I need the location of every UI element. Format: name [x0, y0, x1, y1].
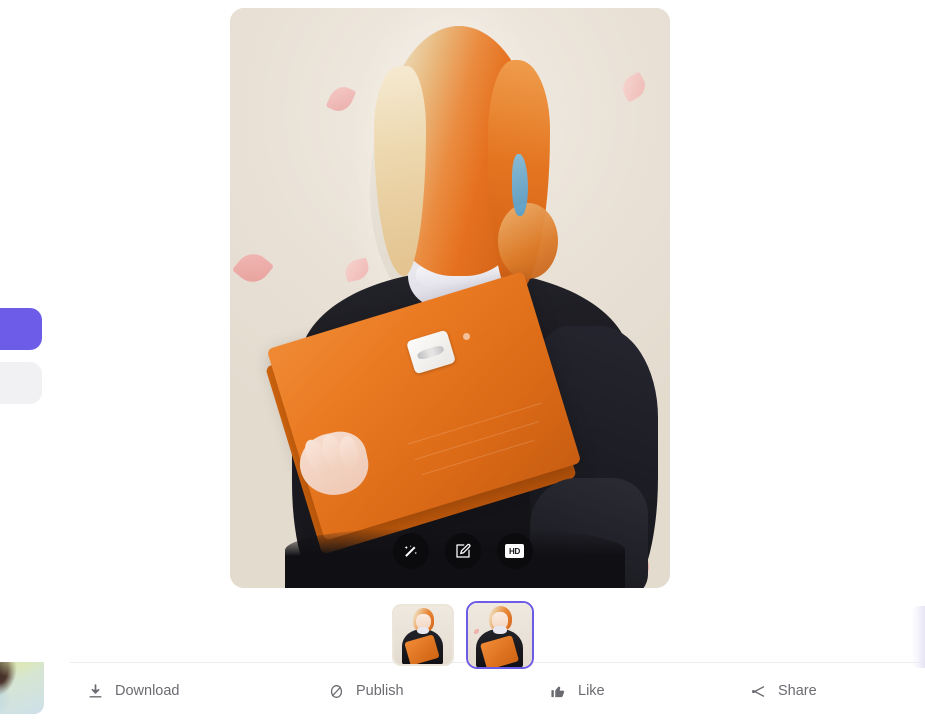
thumbnail-variation-1[interactable] — [391, 604, 454, 666]
publish-circle-slash-icon — [328, 683, 345, 700]
thumbnail-image — [467, 603, 532, 667]
download-icon — [87, 683, 104, 700]
share-label: Share — [778, 683, 817, 700]
like-button[interactable]: Like — [550, 683, 605, 700]
publish-button[interactable]: Publish — [328, 683, 404, 700]
thumbs-up-icon — [550, 683, 567, 700]
edit-pencil-icon — [454, 542, 472, 560]
hd-icon: HD — [505, 544, 524, 558]
like-label: Like — [578, 683, 605, 700]
download-label: Download — [115, 683, 180, 700]
generated-image — [230, 8, 670, 588]
download-button[interactable]: Download — [87, 683, 180, 700]
share-icon — [750, 683, 767, 700]
generated-image-preview[interactable] — [230, 8, 670, 588]
magic-wand-icon — [402, 543, 419, 560]
primary-action-button[interactable] — [0, 308, 42, 350]
preview-stage: HD — [0, 0, 925, 669]
secondary-action-button[interactable] — [0, 362, 42, 404]
thumbnail-image — [393, 606, 452, 664]
edit-button[interactable] — [444, 533, 481, 569]
publish-label: Publish — [356, 683, 404, 700]
hd-upscale-button[interactable]: HD — [496, 533, 533, 569]
bottom-action-bar: Download Publish Like Share — [70, 662, 925, 720]
image-action-toolbar: HD — [0, 533, 925, 569]
thumbnail-variation-2[interactable] — [465, 601, 534, 669]
share-button[interactable]: Share — [750, 683, 817, 700]
variation-thumbnail-strip — [0, 601, 925, 669]
folder-stud — [463, 333, 470, 340]
hair-bun — [498, 203, 558, 279]
magic-wand-button[interactable] — [392, 533, 429, 569]
